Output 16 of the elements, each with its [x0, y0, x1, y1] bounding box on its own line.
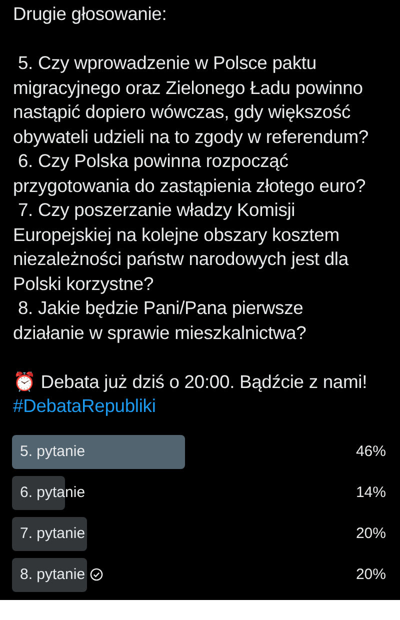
post-text: Drugie głosowanie:	[13, 2, 168, 26]
poll-option-label: 6. pytanie	[20, 484, 86, 501]
post-text: ⏰ Debata już dziś o 20:00. Bądźcie z nami!	[13, 370, 368, 394]
poll-percent: 14%	[356, 484, 387, 501]
poll-option[interactable]: 5. pytanie 46%	[12, 434, 388, 468]
poll-percent: 20%	[356, 525, 387, 542]
poll-option[interactable]: 8. pytanie 20%	[12, 558, 388, 592]
poll-option-label: 5. pytanie	[20, 443, 86, 460]
poll-option-label: 7. pytanie	[20, 525, 86, 542]
hashtag-link[interactable]: #DebataRepubliki	[13, 394, 378, 418]
poll-percent: 20%	[356, 566, 387, 583]
poll-percent: 46%	[356, 443, 387, 460]
poll-option[interactable]: 6. pytanie 14%	[12, 476, 388, 510]
poll-option[interactable]: 7. pytanie 20%	[12, 516, 388, 550]
post-text: 5. Czy wprowadzenie w Polsce paktu migracyjnego oraz Zielonego Ładu powinno nastąpić dopiero wówczas, gdy większość obywateli udzieli na to zgody w referendum? 6. Czy Polska powinna rozpocząć przygotowania do zastąpienia złotego euro? 7. Czy poszerzanie władzy Komisji Europejskiej na kolejne obszary kosztem niezależności państw narodowych jest dla Polski korzystne? 8. Jakie będzie Pani/Pana pierwsze działanie w sprawie mieszkalnictwa?	[13, 51, 370, 345]
poll-option-label: 8. pytanie	[20, 566, 86, 583]
